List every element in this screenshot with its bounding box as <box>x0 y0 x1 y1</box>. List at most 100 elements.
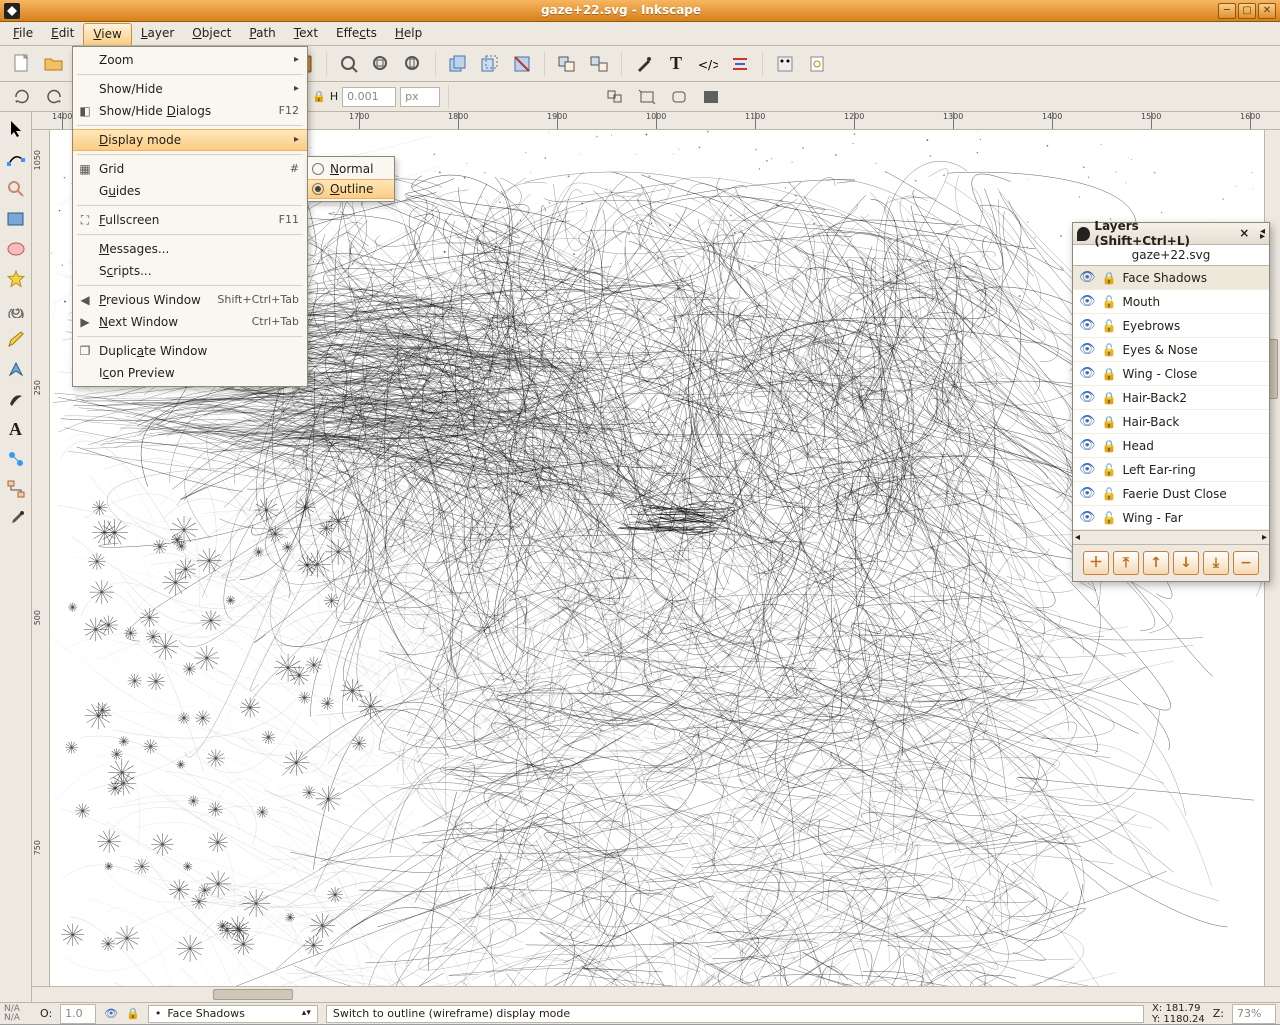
fill-swatch[interactable]: N/AN/A <box>4 1005 32 1023</box>
menu-display-mode[interactable]: Display mode▸ <box>73 129 307 151</box>
zoom-page-button[interactable] <box>399 50 427 78</box>
layer-visible-icon[interactable]: 👁 <box>1079 318 1096 334</box>
align-button[interactable] <box>726 50 754 78</box>
layer-row[interactable]: 👁🔒Face Shadows <box>1073 266 1269 290</box>
layer-row[interactable]: 👁🔓Mouth <box>1073 290 1269 314</box>
affect-gradient-button[interactable] <box>697 83 725 111</box>
layer-visible-icon[interactable]: 👁 <box>1079 414 1096 430</box>
scrollbar-horizontal[interactable] <box>32 986 1280 1002</box>
layer-visible-icon[interactable]: 👁 <box>104 1007 118 1020</box>
lock-icon[interactable]: 🔒 <box>312 90 326 103</box>
xml-editor-button[interactable]: </> <box>694 50 722 78</box>
document-properties-button[interactable] <box>803 50 831 78</box>
menu-path[interactable]: Path <box>240 22 284 45</box>
window-close-button[interactable]: ✕ <box>1258 3 1276 19</box>
layer-lock-icon[interactable]: 🔒 <box>1102 391 1117 405</box>
zoom-tool[interactable] <box>3 176 29 202</box>
layer-row[interactable]: 👁🔓Faerie Dust Close <box>1073 482 1269 506</box>
layer-lock-icon[interactable]: 🔓 <box>1102 295 1117 309</box>
layer-selector[interactable]: •Face Shadows▴▾ <box>148 1005 318 1023</box>
layer-remove-button[interactable]: − <box>1233 551 1259 575</box>
layer-visible-icon[interactable]: 👁 <box>1079 294 1096 310</box>
open-document-button[interactable] <box>40 50 68 78</box>
zoom-drawing-button[interactable] <box>367 50 395 78</box>
menu-view[interactable]: View <box>83 23 131 45</box>
window-minimize-button[interactable]: ─ <box>1218 3 1236 19</box>
star-tool[interactable] <box>3 266 29 292</box>
menu-grid[interactable]: ▦Grid# <box>73 158 307 180</box>
menu-help[interactable]: Help <box>386 22 431 45</box>
menu-duplicate-window[interactable]: ❐Duplicate Window <box>73 340 307 362</box>
clone-button[interactable] <box>476 50 504 78</box>
layer-lock-icon[interactable]: 🔒 <box>126 1007 140 1020</box>
menu-layer[interactable]: Layer <box>132 22 183 45</box>
node-tool[interactable] <box>3 146 29 172</box>
menu-prev-window[interactable]: ◀Previous WindowShift+Ctrl+Tab <box>73 289 307 311</box>
layer-row[interactable]: 👁🔓Left Ear-ring <box>1073 458 1269 482</box>
layer-row[interactable]: 👁🔓Eyes & Nose <box>1073 338 1269 362</box>
menu-messages[interactable]: Messages... <box>73 238 307 260</box>
fill-stroke-button[interactable] <box>630 50 658 78</box>
layers-arrows-icon[interactable]: ◂▸ <box>1260 229 1265 239</box>
affect-scale-button[interactable] <box>633 83 661 111</box>
zoom-fit-button[interactable] <box>335 50 363 78</box>
menu-guides[interactable]: Guides <box>73 180 307 202</box>
duplicate-button[interactable] <box>444 50 472 78</box>
display-normal[interactable]: Normal <box>308 159 394 179</box>
menu-next-window[interactable]: ▶Next WindowCtrl+Tab <box>73 311 307 333</box>
selector-tool[interactable] <box>3 116 29 142</box>
layer-row[interactable]: 👁🔒Wing - Close <box>1073 362 1269 386</box>
menu-edit[interactable]: Edit <box>42 22 83 45</box>
unlink-clone-button[interactable] <box>508 50 536 78</box>
layer-visible-icon[interactable]: 👁 <box>1079 486 1096 502</box>
layer-visible-icon[interactable]: 👁 <box>1079 462 1096 478</box>
layer-row[interactable]: 👁🔒Head <box>1073 434 1269 458</box>
menu-effects[interactable]: Effects <box>327 22 386 45</box>
layer-lock-icon[interactable]: 🔒 <box>1102 439 1117 453</box>
menu-icon-preview[interactable]: Icon Preview <box>73 362 307 384</box>
menu-zoom[interactable]: Zoom▸ <box>73 49 307 71</box>
menu-show-hide[interactable]: Show/Hide▸ <box>73 78 307 100</box>
layer-lock-icon[interactable]: 🔓 <box>1102 319 1117 333</box>
layer-lock-icon[interactable]: 🔒 <box>1102 415 1117 429</box>
menu-object[interactable]: Object <box>183 22 240 45</box>
pen-tool[interactable] <box>3 356 29 382</box>
select-rotate-cw-button[interactable] <box>40 83 68 111</box>
layer-top-button[interactable]: ⤒ <box>1113 551 1139 575</box>
layer-lock-icon[interactable]: 🔓 <box>1102 463 1117 477</box>
group-button[interactable] <box>553 50 581 78</box>
layer-lock-icon[interactable]: 🔒 <box>1102 271 1117 285</box>
layer-lock-icon[interactable]: 🔓 <box>1102 343 1117 357</box>
affect-corner-button[interactable] <box>665 83 693 111</box>
ungroup-button[interactable] <box>585 50 613 78</box>
layer-bottom-button[interactable]: ⤓ <box>1203 551 1229 575</box>
ruler-vertical[interactable]: 1050250500750 <box>32 130 50 986</box>
layer-visible-icon[interactable]: 👁 <box>1079 342 1096 358</box>
layer-visible-icon[interactable]: 👁 <box>1079 510 1096 526</box>
menu-text[interactable]: Text <box>285 22 327 45</box>
layer-row[interactable]: 👁🔒Hair-Back <box>1073 410 1269 434</box>
gradient-tool[interactable] <box>3 446 29 472</box>
text-properties-button[interactable]: T <box>662 50 690 78</box>
layer-lock-icon[interactable]: 🔒 <box>1102 367 1117 381</box>
preferences-button[interactable] <box>771 50 799 78</box>
menu-scripts[interactable]: Scripts... <box>73 260 307 282</box>
zoom-field[interactable]: 73% <box>1232 1004 1276 1024</box>
layer-lock-icon[interactable]: 🔓 <box>1102 487 1117 501</box>
opacity-field[interactable]: 1.0 <box>60 1004 96 1024</box>
layer-visible-icon[interactable]: 👁 <box>1079 438 1096 454</box>
unit-select[interactable]: px <box>400 87 440 107</box>
rect-tool[interactable] <box>3 206 29 232</box>
layer-up-button[interactable]: ↑ <box>1143 551 1169 575</box>
layers-close-button[interactable]: × <box>1237 226 1252 242</box>
dropper-tool[interactable] <box>3 506 29 532</box>
layer-down-button[interactable]: ↓ <box>1173 551 1199 575</box>
layer-visible-icon[interactable]: 👁 <box>1079 366 1096 382</box>
window-maximize-button[interactable]: ▢ <box>1238 3 1256 19</box>
menu-file[interactable]: File <box>4 22 42 45</box>
layer-visible-icon[interactable]: 👁 <box>1079 270 1096 286</box>
layer-add-button[interactable]: ＋ <box>1083 551 1109 575</box>
select-rotate-button[interactable] <box>8 83 36 111</box>
ellipse-tool[interactable] <box>3 236 29 262</box>
layer-row[interactable]: 👁🔒Hair-Back2 <box>1073 386 1269 410</box>
